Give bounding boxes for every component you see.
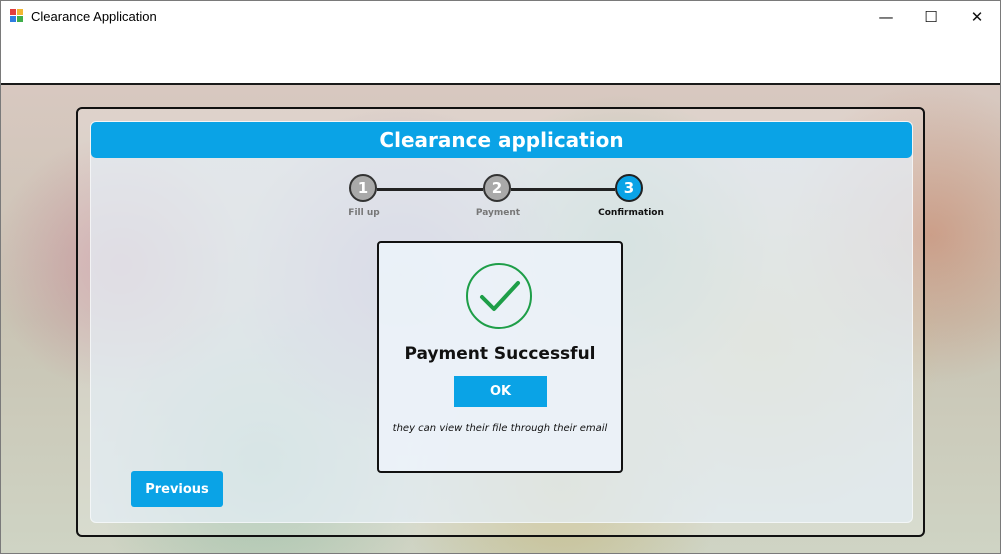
- step-3-number: 3: [623, 179, 635, 197]
- success-icon-circle: [466, 263, 532, 329]
- maximize-icon: ☐: [924, 7, 938, 26]
- step-1-number: 1: [357, 179, 369, 197]
- step-1-label: Fill up: [348, 208, 380, 218]
- app-window: Clearance Application — ☐ ✕ Clearance ap…: [0, 0, 1001, 554]
- step-3-circle: 3: [615, 174, 643, 202]
- window-title: Clearance Application: [31, 9, 157, 24]
- step-2-number: 2: [491, 179, 503, 197]
- app-icon: [10, 9, 24, 23]
- checkmark-icon: [480, 281, 520, 311]
- step-connector: [511, 188, 615, 191]
- payment-success-dialog: Payment Successful OK they can view thei…: [377, 241, 623, 473]
- step-2-label: Payment: [475, 208, 521, 218]
- page-title: Clearance application: [379, 128, 624, 152]
- title-bar: Clearance Application — ☐ ✕: [1, 1, 1000, 32]
- close-icon: ✕: [970, 7, 984, 26]
- top-blank-area: [1, 32, 1000, 85]
- minimize-icon: —: [878, 7, 894, 26]
- previous-button[interactable]: Previous: [131, 471, 223, 507]
- step-connector: [377, 188, 483, 191]
- header-bar: Clearance application: [91, 122, 912, 158]
- progress-stepper: 1 2 3 Fill up Payment Confirmation: [348, 174, 679, 222]
- background-image: Clearance application 1 2 3 Fill up Paym…: [1, 85, 1000, 553]
- close-window-button[interactable]: ✕: [954, 1, 1000, 32]
- success-message: Payment Successful: [404, 344, 596, 364]
- maximize-button[interactable]: ☐: [908, 1, 954, 32]
- application-frame: Clearance application 1 2 3 Fill up Paym…: [76, 107, 925, 537]
- step-3-label: Confirmation: [598, 208, 664, 218]
- step-1-circle: 1: [349, 174, 377, 202]
- step-2-circle: 2: [483, 174, 511, 202]
- ok-button[interactable]: OK: [454, 376, 547, 407]
- application-panel: Clearance application 1 2 3 Fill up Paym…: [90, 121, 913, 523]
- minimize-button[interactable]: —: [863, 1, 909, 32]
- email-note: they can view their file through their e…: [392, 423, 608, 434]
